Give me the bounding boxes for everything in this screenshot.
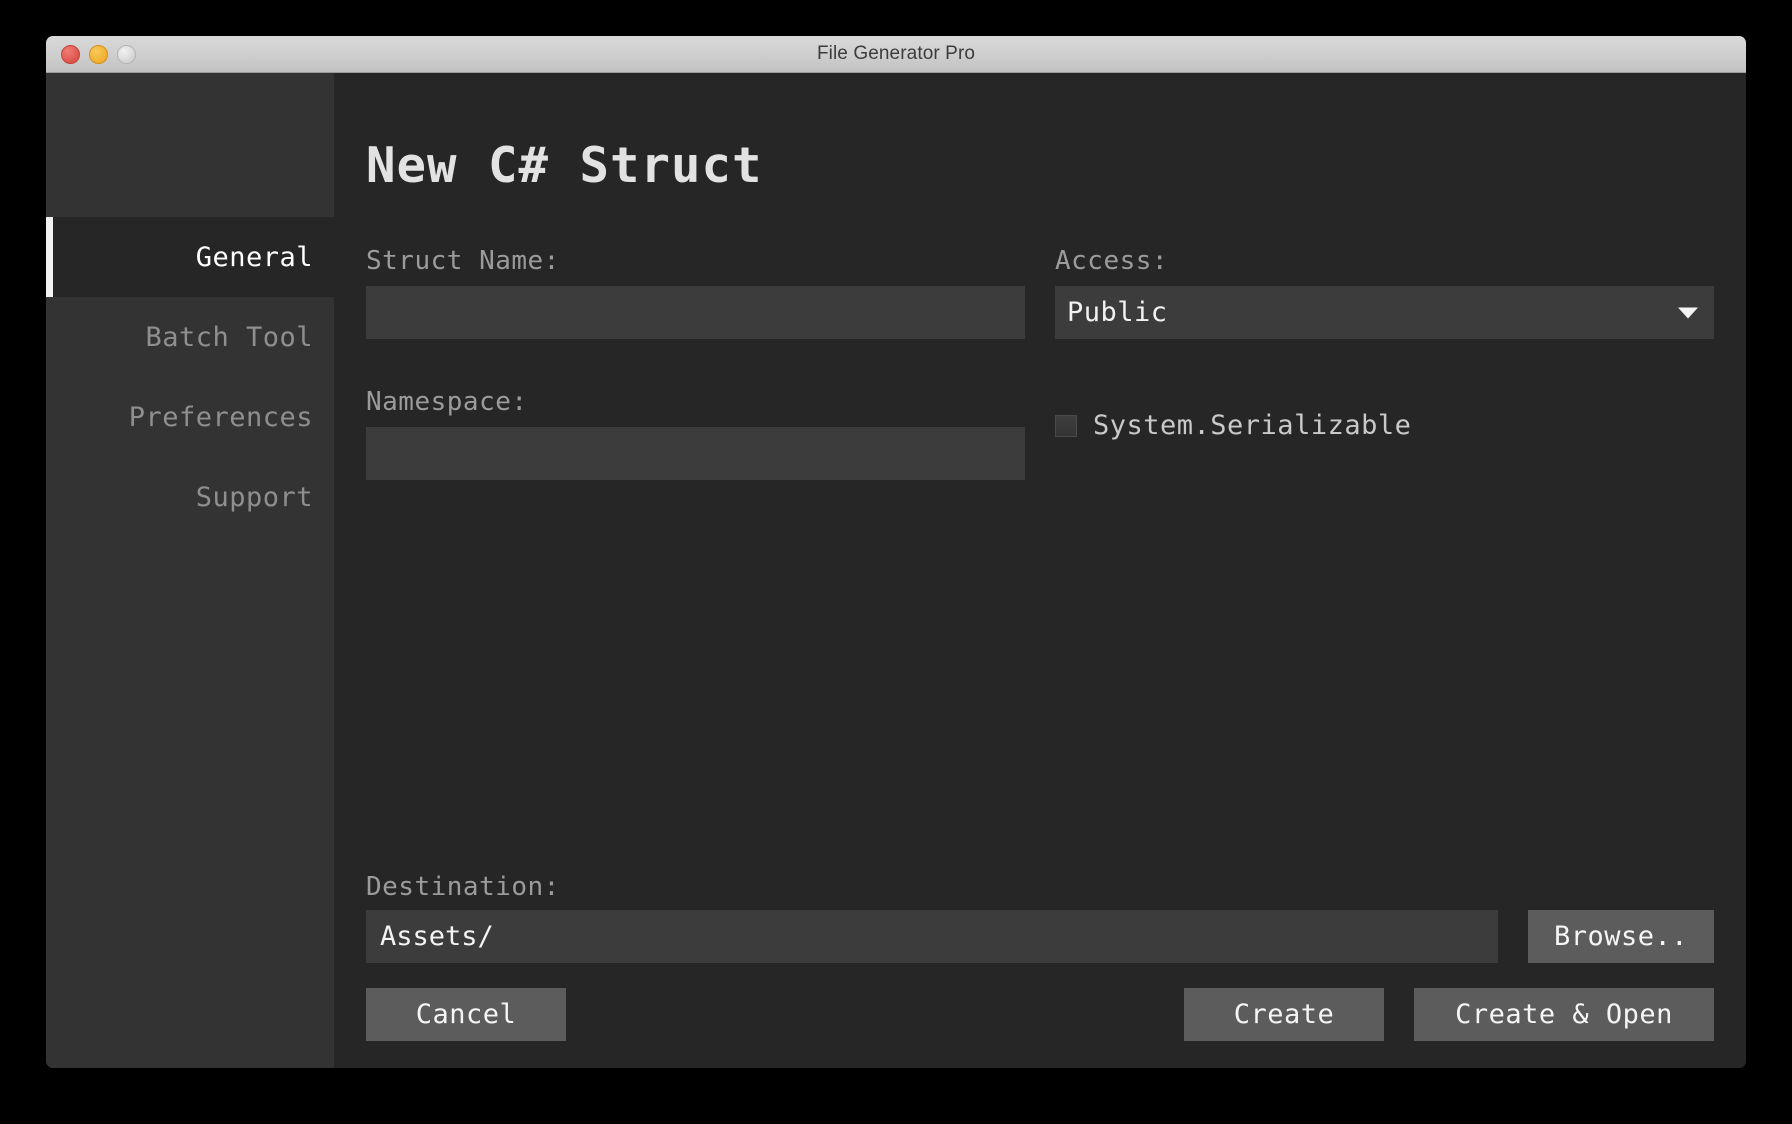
- chevron-down-icon: [1678, 307, 1698, 318]
- namespace-input[interactable]: [366, 427, 1025, 480]
- window-body: General Batch Tool Preferences Support N…: [46, 73, 1746, 1068]
- sidebar-item-batch-tool[interactable]: Batch Tool: [46, 297, 334, 377]
- namespace-label: Namespace:: [366, 387, 528, 417]
- form-column-left: Struct Name: Namespace:: [366, 246, 1025, 528]
- struct-name-input[interactable]: [366, 286, 1025, 339]
- serializable-checkbox[interactable]: [1055, 414, 1077, 437]
- struct-name-label: Struct Name:: [366, 246, 560, 276]
- access-dropdown[interactable]: Public: [1055, 286, 1714, 339]
- serializable-label: System.Serializable: [1093, 410, 1412, 441]
- page-title: New C# Struct: [366, 137, 763, 194]
- close-button[interactable]: [61, 44, 80, 64]
- namespace-field: Namespace:: [366, 387, 1025, 480]
- sidebar: General Batch Tool Preferences Support: [46, 73, 334, 1068]
- struct-name-field: Struct Name:: [366, 246, 1025, 339]
- cancel-button[interactable]: Cancel: [366, 988, 566, 1041]
- create-button[interactable]: Create: [1184, 988, 1384, 1041]
- action-row: Cancel Create Create & Open: [366, 988, 1714, 1041]
- sidebar-item-label: Preferences: [128, 401, 313, 433]
- create-and-open-button[interactable]: Create & Open: [1414, 988, 1714, 1041]
- app-window: File Generator Pro General Batch Tool Pr…: [46, 36, 1746, 1068]
- destination-label: Destination:: [366, 872, 560, 902]
- form-column-right: Access: Public System.Serializable: [1055, 246, 1714, 528]
- browse-button[interactable]: Browse..: [1527, 910, 1714, 963]
- sidebar-item-preferences[interactable]: Preferences: [46, 377, 334, 457]
- minimize-button[interactable]: [89, 44, 108, 64]
- destination-row: Browse..: [366, 910, 1714, 963]
- sidebar-item-label: Support: [195, 481, 313, 513]
- serializable-checkbox-row[interactable]: System.Serializable: [1055, 410, 1714, 441]
- destination-input[interactable]: [366, 910, 1498, 963]
- window-title: File Generator Pro: [816, 43, 976, 64]
- access-dropdown-value: Public: [1067, 297, 1168, 328]
- sidebar-item-general[interactable]: General: [46, 217, 334, 297]
- bottom-area: Destination: Browse.. Cancel Create Crea…: [366, 872, 1714, 1041]
- access-field: Access: Public: [1055, 246, 1714, 339]
- sidebar-item-support[interactable]: Support: [46, 457, 334, 537]
- zoom-button[interactable]: [117, 44, 136, 64]
- content-panel: New C# Struct Struct Name: Namespace: Ac…: [334, 73, 1746, 1068]
- form-grid: Struct Name: Namespace: Access: Public S…: [366, 246, 1714, 528]
- sidebar-item-label: General: [195, 241, 313, 273]
- sidebar-item-label: Batch Tool: [145, 321, 313, 353]
- access-label: Access:: [1055, 246, 1169, 276]
- traffic-lights: [61, 36, 136, 72]
- title-bar: File Generator Pro: [46, 36, 1746, 73]
